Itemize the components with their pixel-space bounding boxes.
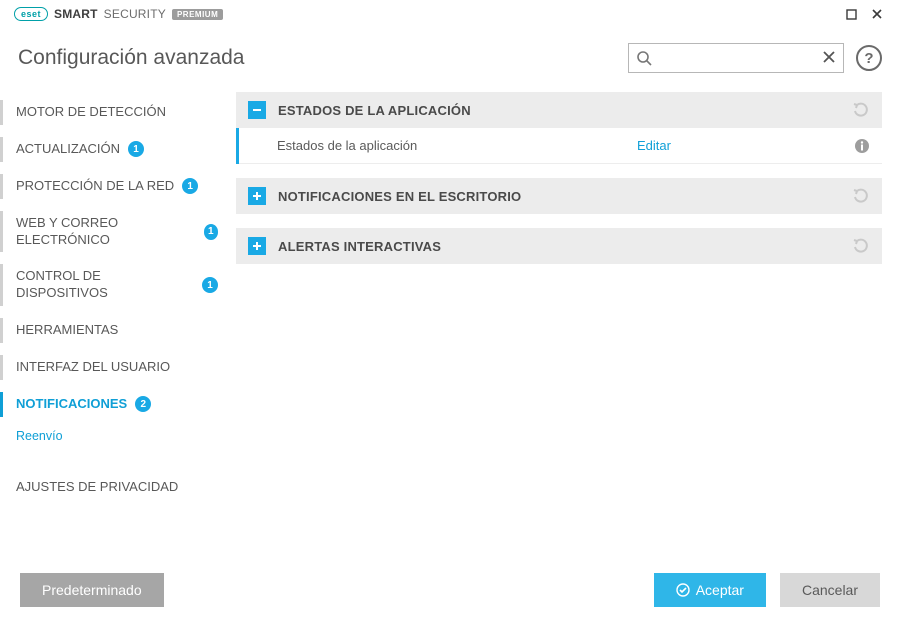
clear-icon	[821, 49, 837, 65]
sidebar-badge: 1	[204, 224, 218, 240]
help-icon: ?	[864, 50, 873, 67]
button-label: Cancelar	[802, 582, 858, 598]
section-title: ESTADOS DE LA APLICACIÓN	[278, 103, 840, 118]
section-title: NOTIFICACIONES EN EL ESCRITORIO	[278, 189, 840, 204]
info-icon[interactable]	[854, 138, 870, 154]
sidebar-item-label: MOTOR DE DETECCIÓN	[16, 104, 166, 121]
check-icon	[676, 583, 690, 597]
clear-search-button[interactable]	[821, 49, 837, 65]
button-label: Aceptar	[696, 582, 744, 598]
brand: eset SMART SECURITY PREMIUM	[14, 7, 223, 21]
header: Configuración avanzada ?	[0, 28, 900, 88]
setting-row: Estados de la aplicación Editar	[239, 128, 882, 164]
search-icon	[635, 49, 653, 67]
button-label: Predeterminado	[42, 582, 142, 598]
footer: Predeterminado Aceptar Cancelar	[0, 560, 900, 620]
body: MOTOR DE DETECCIÓN ACTUALIZACIÓN 1 PROTEC…	[0, 88, 900, 560]
sidebar-item-label: CONTROL DE DISPOSITIVOS	[16, 268, 194, 302]
close-button[interactable]	[864, 4, 890, 24]
sidebar-item-actualizacion[interactable]: ACTUALIZACIÓN 1	[0, 131, 232, 168]
sidebar-item-motor-deteccion[interactable]: MOTOR DE DETECCIÓN	[0, 94, 232, 131]
expand-icon	[248, 237, 266, 255]
undo-icon[interactable]	[852, 101, 870, 119]
sidebar-badge: 1	[202, 277, 218, 293]
help-button[interactable]: ?	[856, 45, 882, 71]
edit-link[interactable]: Editar	[637, 138, 671, 153]
brand-logo: eset	[14, 7, 48, 21]
sidebar-badge: 2	[135, 396, 151, 412]
section-alertas-interactivas: ALERTAS INTERACTIVAS	[236, 228, 882, 264]
sidebar-subitem-reenvio[interactable]: Reenvío	[0, 423, 232, 449]
search-input[interactable]	[657, 51, 815, 66]
sidebar-item-label: ACTUALIZACIÓN	[16, 141, 120, 158]
titlebar: eset SMART SECURITY PREMIUM	[0, 0, 900, 28]
undo-icon[interactable]	[852, 237, 870, 255]
section-header[interactable]: ESTADOS DE LA APLICACIÓN	[236, 92, 882, 128]
sidebar-item-herramientas[interactable]: HERRAMIENTAS	[0, 312, 232, 349]
section-estados-aplicacion: ESTADOS DE LA APLICACIÓN Estados de la a…	[236, 92, 882, 164]
sidebar-item-label: NOTIFICACIONES	[16, 396, 127, 413]
sidebar-item-proteccion-red[interactable]: PROTECCIÓN DE LA RED 1	[0, 168, 232, 205]
section-header[interactable]: NOTIFICACIONES EN EL ESCRITORIO	[236, 178, 882, 214]
cancel-button[interactable]: Cancelar	[780, 573, 880, 607]
sidebar-badge: 1	[182, 178, 198, 194]
brand-name-strong: SMART	[54, 7, 98, 21]
sidebar-badge: 1	[128, 141, 144, 157]
sidebar-item-label: WEB Y CORREO ELECTRÓNICO	[16, 215, 196, 249]
maximize-icon	[846, 9, 857, 20]
content: ESTADOS DE LA APLICACIÓN Estados de la a…	[232, 88, 900, 560]
accept-button[interactable]: Aceptar	[654, 573, 766, 607]
maximize-button[interactable]	[838, 4, 864, 24]
section-header[interactable]: ALERTAS INTERACTIVAS	[236, 228, 882, 264]
brand-badge: PREMIUM	[172, 9, 223, 20]
collapse-icon	[248, 101, 266, 119]
sidebar-item-label: INTERFAZ DEL USUARIO	[16, 359, 170, 376]
app-window: eset SMART SECURITY PREMIUM Configuració…	[0, 0, 900, 620]
section-notificaciones-escritorio: NOTIFICACIONES EN EL ESCRITORIO	[236, 178, 882, 214]
sidebar-item-interfaz-usuario[interactable]: INTERFAZ DEL USUARIO	[0, 349, 232, 386]
page-title: Configuración avanzada	[18, 46, 616, 70]
undo-icon[interactable]	[852, 187, 870, 205]
section-title: ALERTAS INTERACTIVAS	[278, 239, 840, 254]
sidebar: MOTOR DE DETECCIÓN ACTUALIZACIÓN 1 PROTEC…	[0, 88, 232, 560]
sidebar-subitem-label: Reenvío	[16, 429, 63, 443]
setting-label: Estados de la aplicación	[277, 138, 637, 153]
sidebar-item-web-correo[interactable]: WEB Y CORREO ELECTRÓNICO 1	[0, 205, 232, 259]
expand-icon	[248, 187, 266, 205]
sidebar-item-label: HERRAMIENTAS	[16, 322, 118, 339]
sidebar-item-notificaciones[interactable]: NOTIFICACIONES 2	[0, 386, 232, 423]
search-box[interactable]	[628, 43, 844, 73]
sidebar-item-label: AJUSTES DE PRIVACIDAD	[16, 479, 178, 496]
brand-name-light: SECURITY	[104, 7, 166, 21]
sidebar-item-label: PROTECCIÓN DE LA RED	[16, 178, 174, 195]
default-button[interactable]: Predeterminado	[20, 573, 164, 607]
sidebar-item-ajustes-privacidad[interactable]: AJUSTES DE PRIVACIDAD	[0, 469, 232, 506]
sidebar-item-control-dispositivos[interactable]: CONTROL DE DISPOSITIVOS 1	[0, 258, 232, 312]
section-body: Estados de la aplicación Editar	[236, 128, 882, 164]
close-icon	[871, 8, 883, 20]
